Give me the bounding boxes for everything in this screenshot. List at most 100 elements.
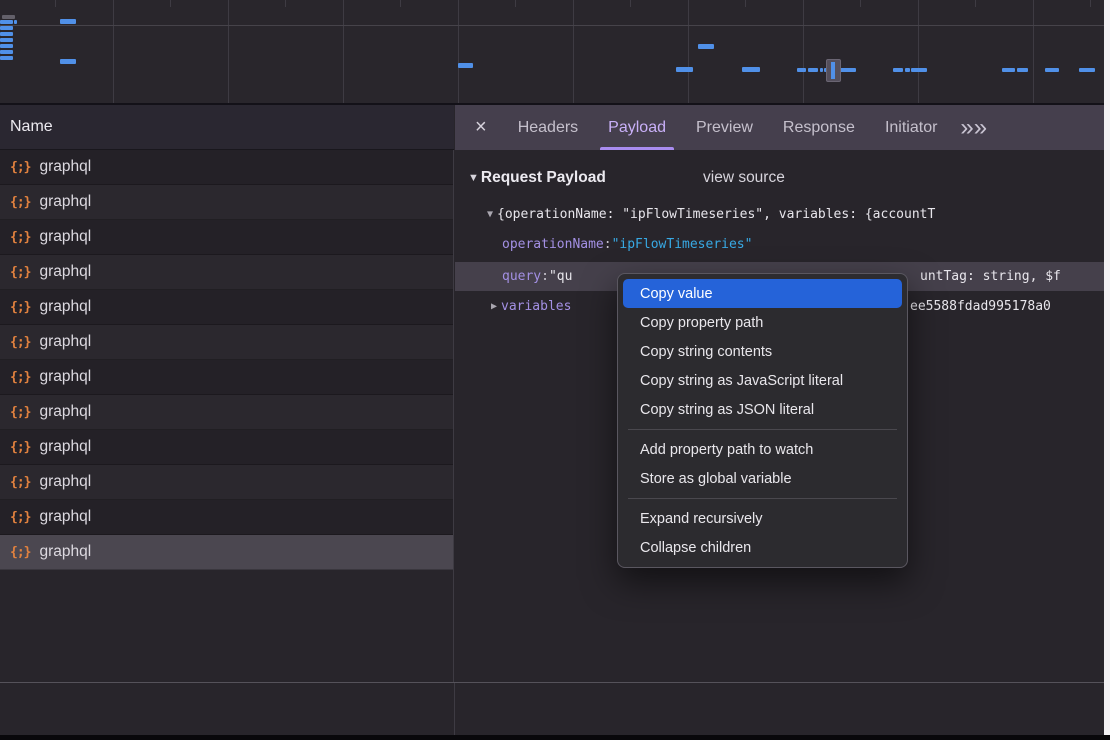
waterfall-bar	[458, 63, 473, 68]
tab-response[interactable]: Response	[768, 105, 870, 150]
view-source-link[interactable]: view source	[703, 163, 785, 193]
waterfall-bar	[60, 59, 76, 64]
waterfall-bar	[0, 20, 13, 24]
menu-item-collapse-children[interactable]: Collapse children	[623, 533, 902, 562]
request-name: graphql	[39, 263, 91, 281]
request-name: graphql	[39, 543, 91, 561]
tab-headers[interactable]: Headers	[503, 105, 593, 150]
json-file-icon: {;}	[10, 160, 30, 175]
timeline-tick	[745, 0, 746, 7]
timeline-gridline	[918, 0, 919, 103]
request-row[interactable]: {;} graphql	[0, 325, 453, 360]
timeline-tick	[1090, 0, 1091, 7]
key-value-separator: :	[604, 237, 612, 252]
timeline-tick	[400, 0, 401, 7]
payload-preview-row[interactable]: ▼ {operationName: "ipFlowTimeseries", va…	[455, 200, 1104, 229]
request-name: graphql	[39, 368, 91, 386]
waterfall-bar	[0, 44, 13, 48]
menu-item-add-property-path-to-watch[interactable]: Add property path to watch	[623, 435, 902, 464]
menu-divider	[628, 498, 897, 499]
json-file-icon: {;}	[10, 475, 30, 490]
request-payload-section-header[interactable]: ▼ Request Payload	[468, 163, 606, 193]
window-right-edge	[1104, 0, 1110, 735]
json-file-icon: {;}	[10, 265, 30, 280]
request-name: graphql	[39, 438, 91, 456]
request-row[interactable]: {;} graphql	[0, 430, 453, 465]
property-key: variables	[501, 299, 571, 314]
request-row[interactable]: {;} graphql	[0, 255, 453, 290]
tree-collapsed-caret-icon[interactable]: ▶	[487, 301, 501, 312]
menu-item-copy-property-path[interactable]: Copy property path	[623, 308, 902, 337]
json-file-icon: {;}	[10, 405, 30, 420]
timeline-tick	[975, 0, 976, 7]
timeline-tick	[515, 0, 516, 7]
close-icon[interactable]: ×	[455, 117, 503, 139]
network-overview-timeline[interactable]	[0, 0, 1104, 105]
waterfall-bar	[742, 67, 760, 72]
request-row[interactable]: {;} graphql	[0, 290, 453, 325]
payload-preview-text: {operationName: "ipFlowTimeseries", vari…	[497, 207, 935, 222]
timeline-gridline	[688, 0, 689, 103]
details-tab-bar: × HeadersPayloadPreviewResponseInitiator…	[455, 105, 1104, 150]
summary-footer	[0, 683, 1104, 735]
window-bottom-edge	[0, 735, 1110, 740]
request-row[interactable]: {;} graphql	[0, 150, 453, 185]
timeline-tick	[630, 0, 631, 7]
section-collapse-caret-icon[interactable]: ▼	[468, 172, 479, 184]
timeline-tick	[860, 0, 861, 7]
tab-initiator[interactable]: Initiator	[870, 105, 952, 150]
timeline-selected-marker-bar	[831, 62, 835, 79]
waterfall-bar	[808, 68, 818, 72]
name-column-label: Name	[10, 118, 53, 136]
menu-item-copy-string-as-json-literal[interactable]: Copy string as JSON literal	[623, 395, 902, 424]
name-column-header[interactable]: Name	[0, 105, 454, 150]
panel-divider	[454, 683, 455, 735]
request-row[interactable]: {;}graphql	[0, 465, 453, 500]
more-tabs-icon[interactable]: »»	[960, 105, 987, 150]
operation-name-row[interactable]: operationName: "ipFlowTimeseries"	[455, 230, 1104, 259]
json-file-icon: {;}	[10, 370, 30, 385]
request-name: graphql	[39, 298, 91, 316]
property-value-right-fragment: untTag: string, $f	[920, 262, 1061, 291]
menu-item-copy-value[interactable]: Copy value	[623, 279, 902, 308]
menu-item-expand-recursively[interactable]: Expand recursively	[623, 504, 902, 533]
menu-item-copy-string-contents[interactable]: Copy string contents	[623, 337, 902, 366]
menu-divider	[628, 429, 897, 430]
timeline-selected-marker[interactable]	[826, 59, 841, 82]
json-file-icon: {;}	[10, 545, 30, 560]
json-file-icon: {;}	[10, 335, 30, 350]
request-row[interactable]: {;}graphql	[0, 395, 453, 430]
waterfall-bar	[1017, 68, 1028, 72]
waterfall-bar	[0, 56, 13, 60]
property-value: "ipFlowTimeseries"	[612, 237, 753, 252]
request-row[interactable]: {;}graphql	[0, 185, 453, 220]
waterfall-bar	[0, 26, 13, 30]
timeline-gridline	[803, 0, 804, 103]
property-value-left-fragment: "qu	[549, 269, 572, 284]
timeline-gridline	[228, 0, 229, 103]
request-name: graphql	[39, 228, 91, 246]
request-name: graphql	[39, 333, 91, 351]
variables-preview-fragment: ee5588fdad995178a0	[910, 292, 1051, 321]
request-row[interactable]: {;} graphql	[0, 360, 453, 395]
tree-expand-caret-icon[interactable]: ▼	[483, 209, 497, 220]
menu-item-store-as-global-variable[interactable]: Store as global variable	[623, 464, 902, 493]
request-row[interactable]: {;} graphql	[0, 535, 453, 570]
waterfall-bar	[840, 68, 856, 72]
waterfall-bar	[1002, 68, 1015, 72]
request-name: graphql	[39, 193, 91, 211]
json-file-icon: {;}	[10, 510, 30, 525]
json-file-icon: {;}	[10, 300, 30, 315]
request-name: graphql	[39, 158, 91, 176]
waterfall-bar	[676, 67, 693, 72]
waterfall-bar	[60, 19, 76, 24]
tab-payload[interactable]: Payload	[593, 105, 681, 150]
request-row[interactable]: {;} graphql	[0, 500, 453, 535]
timeline-tick	[170, 0, 171, 7]
tab-preview[interactable]: Preview	[681, 105, 768, 150]
json-file-icon: {;}	[10, 440, 30, 455]
request-name: graphql	[39, 508, 91, 526]
menu-item-copy-string-as-javascript-literal[interactable]: Copy string as JavaScript literal	[623, 366, 902, 395]
request-row[interactable]: {;}graphql	[0, 220, 453, 255]
waterfall-bar	[797, 68, 806, 72]
